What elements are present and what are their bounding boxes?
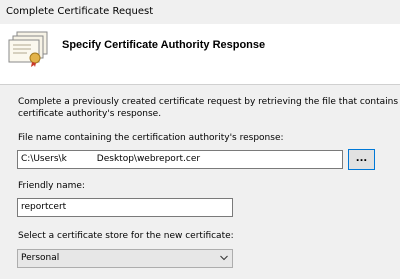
certificate-store-select[interactable]: Personal	[17, 249, 233, 268]
page-title: Specify Certificate Authority Response	[62, 39, 266, 51]
file-name-label: File name containing the certification a…	[18, 133, 284, 143]
header-banner: Specify Certificate Authority Response	[0, 24, 400, 85]
file-path-prefix: C:\Users\k	[21, 154, 67, 164]
friendly-name-label: Friendly name:	[18, 181, 85, 191]
description-text: Complete a previously created certificat…	[18, 97, 400, 119]
friendly-name-input[interactable]: reportcert	[17, 198, 233, 217]
window-title: Complete Certificate Request	[6, 6, 154, 17]
file-path-suffix: Desktop\webreport.cer	[96, 154, 201, 164]
certificate-store-value: Personal	[21, 253, 60, 263]
chevron-down-icon	[220, 255, 228, 261]
redaction-block	[66, 154, 97, 162]
certificate-icon	[8, 31, 48, 67]
certificate-store-label: Select a certificate store for the new c…	[18, 231, 234, 241]
file-name-input[interactable]: C:\Users\k Desktop\webreport.cer	[17, 150, 343, 169]
browse-button[interactable]: ...	[348, 149, 375, 170]
